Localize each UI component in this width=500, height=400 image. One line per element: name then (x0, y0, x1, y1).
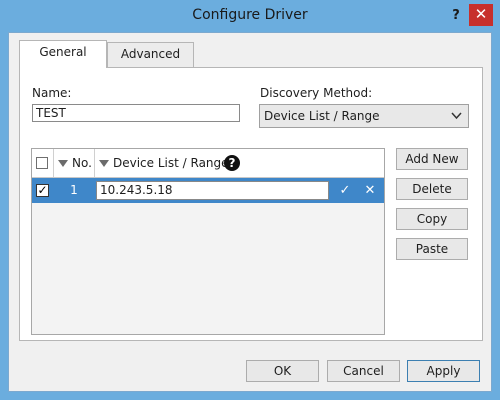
row-checkbox[interactable]: ✓ (36, 184, 49, 197)
copy-button[interactable]: Copy (396, 208, 468, 230)
dialog-body: General Advanced Name: TEST Discovery Me… (8, 32, 492, 392)
checkmark-icon[interactable]: ✓ (337, 178, 353, 203)
configure-driver-window: Configure Driver ? ✕ General Advanced Na… (0, 0, 500, 400)
help-button[interactable]: ? (448, 8, 464, 24)
device-list-grid: No. Device List / Range ? ✓ 1 10.243.5.1… (31, 148, 385, 335)
header-select-all-cell (32, 149, 54, 177)
column-header-range[interactable]: Device List / Range ? (95, 149, 384, 177)
paste-button[interactable]: Paste (396, 238, 468, 260)
column-header-no[interactable]: No. (54, 149, 95, 177)
apply-button[interactable]: Apply (407, 360, 480, 382)
select-all-checkbox[interactable] (36, 157, 48, 169)
close-button[interactable]: ✕ (469, 4, 493, 26)
range-edit-input[interactable]: 10.243.5.18 (96, 181, 329, 200)
discovery-method-value: Device List / Range (264, 109, 380, 123)
name-input[interactable]: TEST (32, 104, 240, 122)
window-title: Configure Driver (192, 7, 308, 23)
ok-button[interactable]: OK (246, 360, 319, 382)
triangle-down-icon (58, 160, 68, 167)
title-bar[interactable]: Configure Driver ? ✕ (0, 0, 500, 32)
chevron-down-icon (451, 105, 462, 135)
triangle-down-icon (99, 160, 109, 167)
cancel-button[interactable]: Cancel (327, 360, 400, 382)
name-label: Name: (32, 86, 72, 100)
question-circle-icon[interactable]: ? (224, 155, 240, 171)
column-range-label: Device List / Range (113, 156, 229, 170)
delete-button[interactable]: Delete (396, 178, 468, 200)
tab-general[interactable]: General (19, 40, 107, 68)
tab-advanced[interactable]: Advanced (107, 42, 194, 67)
discovery-method-select[interactable]: Device List / Range (259, 104, 469, 128)
column-no-label: No. (72, 156, 92, 170)
grid-header: No. Device List / Range ? (32, 149, 384, 178)
add-new-button[interactable]: Add New (396, 148, 468, 170)
row-number: 1 (70, 183, 78, 197)
table-row[interactable]: ✓ 1 10.243.5.18 ✓ ✕ (32, 178, 384, 203)
discovery-method-label: Discovery Method: (260, 86, 373, 100)
x-icon[interactable]: ✕ (362, 178, 378, 203)
